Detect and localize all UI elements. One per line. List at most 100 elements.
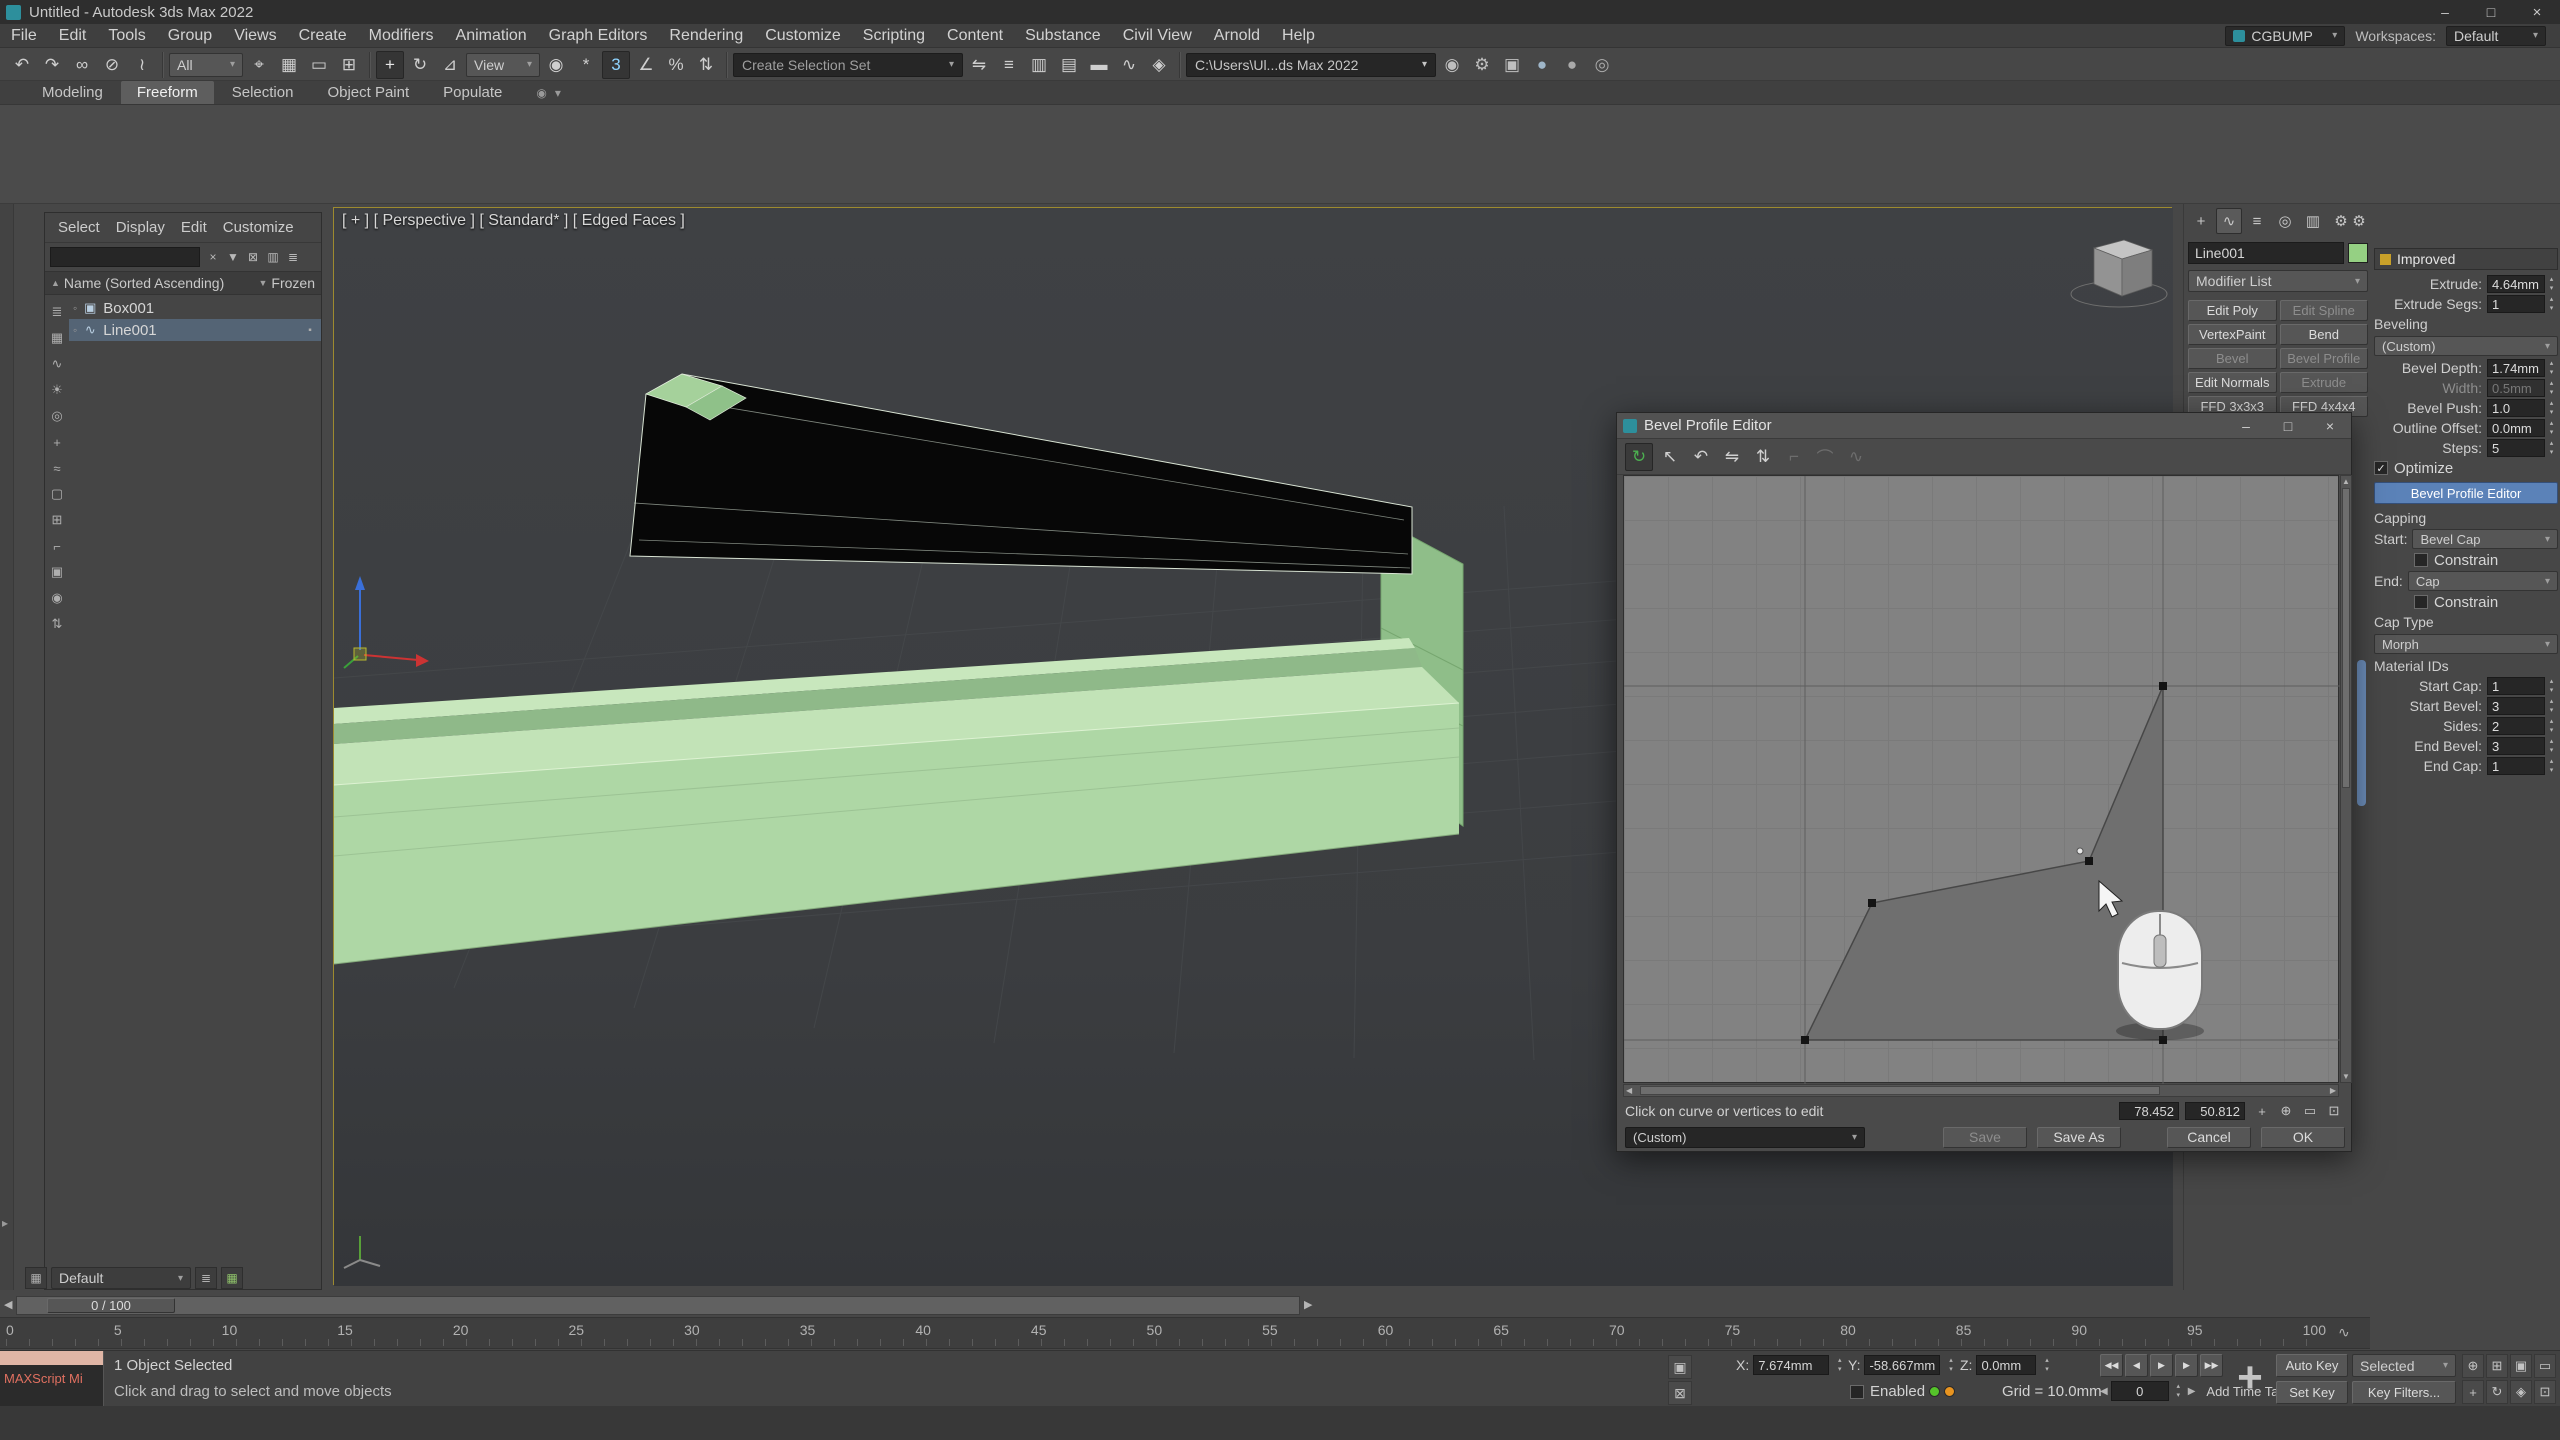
filter-funnel-icon[interactable]: ▼ [223,247,243,267]
explorer-settings-icon[interactable]: ≣ [283,247,303,267]
zoom-extents-icon[interactable]: ⊡ [2323,1101,2345,1121]
object-name[interactable]: Line001 [103,322,298,339]
zoom-region-icon[interactable]: ▭ [2534,1354,2556,1378]
clear-search-icon[interactable]: × [203,247,223,267]
ribbon-minimize-icon[interactable]: ▾ [555,86,561,100]
bezier-point-icon[interactable]: ∿ [1842,443,1870,471]
align-icon[interactable]: ≡ [995,51,1023,79]
param-value[interactable]: 1 [2487,295,2545,313]
named-selection-set-combo[interactable]: Create Selection Set▾ [733,53,963,77]
canvas-hscrollbar[interactable]: ◀ ▶ [1623,1084,2339,1097]
isolate-selection-icon[interactable]: ▣ [1668,1355,1692,1379]
frozen-filter-icon[interactable]: ▼ [259,278,268,288]
param-value[interactable]: 0.5mm [2487,379,2545,397]
layout-dropdown[interactable]: Default▾ [51,1267,191,1289]
rendered-frame-icon[interactable]: ▣ [1498,51,1526,79]
render-setup-icon[interactable]: ⚙ [1468,51,1496,79]
menu-item[interactable]: File [0,24,48,47]
create-tab-icon[interactable]: + [2188,208,2214,234]
ribbon-tab[interactable]: Populate [427,81,518,104]
canvas-vscrollbar[interactable]: ▲ ▼ [2340,475,2352,1083]
render-production-icon[interactable]: ● [1528,51,1556,79]
spinner[interactable]: ▴▾ [2545,697,2558,715]
modifier-button[interactable]: Extrude [2280,372,2369,393]
select-by-name-icon[interactable]: ▦ [275,51,303,79]
menu-item[interactable]: Civil View [1112,24,1203,47]
param-value[interactable]: 1 [2487,757,2545,775]
unlink-selection-icon[interactable]: ⊘ [98,51,126,79]
select-and-move-icon[interactable]: + [376,51,404,79]
mirror-horizontal-icon[interactable]: ⇋ [1718,443,1746,471]
spinner[interactable]: ▴▾ [1833,1356,1846,1374]
menu-item[interactable]: Help [1271,24,1326,47]
scroll-right-icon[interactable]: ▶ [2330,1085,2336,1096]
dialog-title-bar[interactable]: Bevel Profile Editor – □ × [1617,413,2351,439]
bevel-profile-shape[interactable] [1805,686,2163,1040]
spinner[interactable]: ▴▾ [2545,359,2558,377]
layout-icon[interactable]: ▦ [25,1267,47,1289]
render-online-icon[interactable]: ◎ [1588,51,1616,79]
plugin-dropdown[interactable]: CGBUMP ▾ [2225,26,2345,46]
x-coordinate-field[interactable]: 7.674mm [1753,1355,1829,1375]
menu-item[interactable]: Rendering [658,24,754,47]
render-iterative-icon[interactable]: ● [1558,51,1586,79]
end-constrain-checkbox[interactable] [2414,595,2428,609]
spinner[interactable]: ▴▾ [2545,295,2558,313]
angle-snap-icon[interactable]: ∠ [632,51,660,79]
use-pivot-point-icon[interactable]: ◉ [542,51,570,79]
explorer-menu-item[interactable]: Display [109,217,172,238]
pan-icon[interactable]: + [2251,1101,2273,1121]
save-button[interactable]: Save [1943,1127,2027,1148]
time-slider-thumb[interactable]: 0 / 100 [47,1298,175,1313]
play-animation-button[interactable]: ▶ [2150,1354,2173,1377]
project-path-dropdown[interactable]: C:\Users\Ul...ds Max 2022▾ [1186,53,1436,77]
window-crossing-icon[interactable]: ⊞ [335,51,363,79]
modifier-button[interactable]: Bevel Profile [2280,348,2369,369]
close-button[interactable]: × [2514,0,2560,24]
spinner[interactable]: ▴▾ [2545,275,2558,293]
column-header-frozen[interactable]: Frozen [271,275,315,291]
menu-item[interactable]: Create [288,24,358,47]
select-and-rotate-icon[interactable]: ↻ [406,51,434,79]
spinner[interactable]: ▴▾ [2545,439,2558,457]
motion-tab-icon[interactable]: ◎ [2272,208,2298,234]
modifier-button[interactable]: Edit Poly [2188,300,2277,321]
menu-item[interactable]: Substance [1014,24,1112,47]
scroll-down-icon[interactable]: ▼ [2341,1072,2351,1081]
zoom-icon[interactable]: ⊕ [2275,1101,2297,1121]
maximize-button[interactable]: □ [2468,0,2514,24]
auto-key-button[interactable]: Auto Key [2276,1354,2348,1377]
param-value[interactable]: 1.0 [2487,399,2545,417]
menu-item[interactable]: Arnold [1203,24,1271,47]
param-value[interactable]: 1 [2487,677,2545,695]
param-value[interactable]: 4.64mm [2487,275,2545,293]
explorer-column-header[interactable]: ▲ Name (Sorted Ascending) ▼ Frozen [45,271,321,295]
ribbon-tab[interactable]: Modeling [26,81,119,104]
key-mode-dropdown[interactable]: Selected▾ [2352,1354,2456,1377]
select-object-icon[interactable]: ⌖ [245,51,273,79]
undo-icon[interactable]: ↶ [8,51,36,79]
modifier-button[interactable]: Edit Normals [2188,372,2277,393]
modifier-button[interactable]: VertexPaint [2188,324,2277,345]
sync-selection-icon[interactable]: ⇅ [46,611,68,637]
object-name[interactable]: Box001 [103,300,298,317]
mirror-icon[interactable]: ⇋ [965,51,993,79]
modifier-button[interactable]: Edit Spline [2280,300,2369,321]
bevel-profile-editor-button[interactable]: Bevel Profile Editor [2374,482,2558,504]
spinner[interactable]: ▴▾ [2545,717,2558,735]
modify-tab-icon[interactable]: ∿ [2216,208,2242,234]
spinner[interactable]: ▴▾ [2545,379,2558,397]
profile-canvas[interactable] [1623,475,2339,1083]
maximize-viewport-icon[interactable]: ⊡ [2534,1380,2556,1404]
mini-curve-editor-icon[interactable]: ∿ [2338,1324,2350,1341]
expand-tray-icon[interactable]: ▸ [2,1216,8,1230]
slider-right-icon[interactable]: ▶ [1304,1298,1312,1311]
spinner[interactable]: ▴▾ [2545,419,2558,437]
scene-object-row[interactable]: ◦ ∿ Line001 ▪ [69,319,321,341]
track-bar[interactable]: 0510152025303540455055606570758085909510… [0,1317,2370,1349]
explorer-menu-item[interactable]: Customize [216,217,301,238]
material-editor-icon[interactable]: ◉ [1438,51,1466,79]
dialog-close-button[interactable]: × [2309,413,2351,439]
display-groups-icon[interactable]: ▢ [46,481,68,507]
display-geometry-icon[interactable]: ▦ [46,325,68,351]
